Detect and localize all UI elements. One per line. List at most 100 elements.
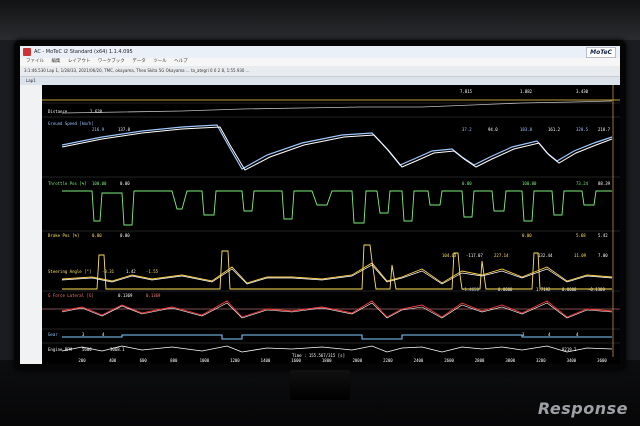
watermark: Response bbox=[537, 399, 628, 418]
readout-speed: 37.2 bbox=[462, 127, 472, 132]
channel-label-throttle: Throttle Pos [%] bbox=[48, 181, 87, 186]
trace-gear bbox=[62, 334, 612, 340]
readout-speed: 161.2 bbox=[548, 127, 561, 132]
x-tick-label: 1000 bbox=[200, 358, 210, 363]
monitor-stand bbox=[290, 370, 350, 400]
menu-workbook[interactable]: ワークブック bbox=[98, 59, 125, 64]
readout-speed: 218.7 bbox=[598, 127, 611, 132]
readout-glat: 0.0000 bbox=[498, 287, 513, 292]
app-icon bbox=[23, 48, 31, 56]
readout-steering: 104.63 bbox=[442, 253, 457, 258]
readout-speed: 183.8 bbox=[520, 127, 533, 132]
readout-throttle: 0.00 bbox=[120, 181, 130, 186]
time-readout: Time : 155.567/315 [s] bbox=[292, 353, 345, 358]
x-tick-label: 1800 bbox=[322, 358, 332, 363]
x-tick-label: 1400 bbox=[261, 358, 271, 363]
readout-brake: 0.00 bbox=[120, 233, 130, 238]
menu-layout[interactable]: レイアウト bbox=[68, 59, 91, 64]
readout-glat: 0.1369 bbox=[146, 293, 161, 298]
readout-gear: 4 bbox=[548, 332, 551, 337]
readout-throttle: 0.00 bbox=[462, 181, 472, 186]
readout-brake: 0.00 bbox=[92, 233, 102, 238]
x-tick-label: 2600 bbox=[444, 358, 454, 363]
channel-label-speed: Ground Speed [km/h] bbox=[48, 121, 94, 126]
menu-tools[interactable]: ツール bbox=[153, 59, 167, 64]
tab-strip: Lap1 bbox=[20, 77, 620, 85]
readout-gear: 4 bbox=[576, 332, 579, 337]
menu-help[interactable]: ヘルプ bbox=[174, 59, 188, 64]
readout-steering: 7.00 bbox=[598, 253, 608, 258]
readout-brake: 5.68 bbox=[576, 233, 586, 238]
left-panel bbox=[20, 85, 43, 364]
telemetry-plot[interactable]: Distance Ground Speed [km/h] Throttle Po… bbox=[42, 85, 620, 364]
x-tick-label: 2400 bbox=[414, 358, 424, 363]
readout-distance: 2.620 bbox=[90, 109, 103, 114]
x-tick-label: 400 bbox=[109, 358, 117, 363]
trace-steering-a bbox=[61, 262, 613, 284]
trace-brake bbox=[62, 244, 612, 290]
readout-steering: 227.14 bbox=[494, 253, 509, 258]
x-tick-label: 2000 bbox=[352, 358, 362, 363]
readout-glat: -0.1308 bbox=[588, 287, 605, 292]
tab-lap1[interactable]: Lap1 bbox=[26, 78, 36, 83]
x-tick-label: 1200 bbox=[230, 358, 240, 363]
channel-label-glat: G Force Lateral [G] bbox=[48, 293, 94, 298]
readout-distance: 7.815 bbox=[460, 89, 473, 94]
trace-steering-b bbox=[61, 264, 613, 285]
readout-steering: -1.55 bbox=[146, 269, 159, 274]
trace-rpm bbox=[61, 345, 613, 353]
x-tick-label: 800 bbox=[170, 358, 178, 363]
channel-label-steering: Steering Angle [°] bbox=[48, 269, 91, 274]
menu-data[interactable]: データ bbox=[132, 59, 146, 64]
readout-gear: 4 bbox=[102, 332, 105, 337]
readout-distance: 1.882 bbox=[520, 89, 533, 94]
trace-glat-b bbox=[61, 302, 613, 319]
readout-throttle: 88.39 bbox=[598, 181, 611, 186]
readout-steering: 1.42 bbox=[126, 269, 136, 274]
x-tick-label: 3000 bbox=[505, 358, 515, 363]
readout-brake: 5.42 bbox=[598, 233, 608, 238]
readout-glat: 0.0000 bbox=[562, 287, 577, 292]
readout-throttle: 100.00 bbox=[92, 181, 107, 186]
x-tick-label: 2200 bbox=[383, 358, 393, 363]
readout-speed: 94.0 bbox=[488, 127, 498, 132]
monitor: AC - MoTeC i2 Standard (x64) 1.1.4.095 M… bbox=[14, 40, 626, 370]
channel-label-brake: Brake Pos [%] bbox=[48, 233, 79, 238]
x-tick-label: 600 bbox=[140, 358, 148, 363]
brand-logo: MoTeC bbox=[586, 47, 616, 58]
x-tick-label: 3200 bbox=[536, 358, 546, 363]
channel-label-gear: Gear bbox=[48, 332, 58, 337]
readout-steering: 11.09 bbox=[574, 253, 587, 258]
readout-gear: 3 bbox=[82, 332, 85, 337]
x-tick-label: 2800 bbox=[475, 358, 485, 363]
readout-steering: -0.31 bbox=[102, 269, 115, 274]
readout-glat: 1.7192 bbox=[536, 287, 551, 292]
readout-glat: 0.1369 bbox=[118, 293, 133, 298]
background-top bbox=[0, 0, 640, 40]
menu-file[interactable]: ファイル bbox=[26, 59, 44, 64]
readout-speed: 216.9 bbox=[92, 127, 105, 132]
window-title: AC - MoTeC i2 Standard (x64) 1.1.4.095 bbox=[34, 49, 133, 55]
readout-speed: 328.5 bbox=[576, 127, 589, 132]
menu-bar: ファイル 編集 レイアウト ワークブック データ ツール ヘルプ bbox=[20, 58, 620, 66]
toolbar-info: 3:1:46.530 Lap 1, 1/28/33, 2021/06/20, T… bbox=[24, 68, 250, 73]
readout-distance: 3.430 bbox=[576, 89, 589, 94]
readout-speed: 137.8 bbox=[118, 127, 131, 132]
x-tick-label: 3400 bbox=[567, 358, 577, 363]
trace-throttle bbox=[62, 190, 612, 226]
x-tick-label: 3600 bbox=[597, 358, 607, 363]
x-tick-label: 1600 bbox=[291, 358, 301, 363]
x-tick-label: 200 bbox=[78, 358, 86, 363]
telemetry-svg: Distance Ground Speed [km/h] Throttle Po… bbox=[42, 85, 620, 363]
readout-rpm: 3068.1 bbox=[110, 347, 125, 352]
readout-steering: 132.44 bbox=[538, 253, 553, 258]
readout-throttle: 73.24 bbox=[576, 181, 589, 186]
trace-speed-b bbox=[61, 126, 613, 171]
readout-throttle: 100.00 bbox=[522, 181, 537, 186]
readout-steering: -117.07 bbox=[466, 253, 483, 258]
menu-edit[interactable]: 編集 bbox=[51, 59, 60, 64]
readout-glat: -1.4650 bbox=[462, 287, 479, 292]
screen: AC - MoTeC i2 Standard (x64) 1.1.4.095 M… bbox=[20, 46, 620, 364]
readout-brake: 0.00 bbox=[522, 233, 532, 238]
toolbar: 3:1:46.530 Lap 1, 1/28/33, 2021/06/20, T… bbox=[20, 66, 620, 77]
